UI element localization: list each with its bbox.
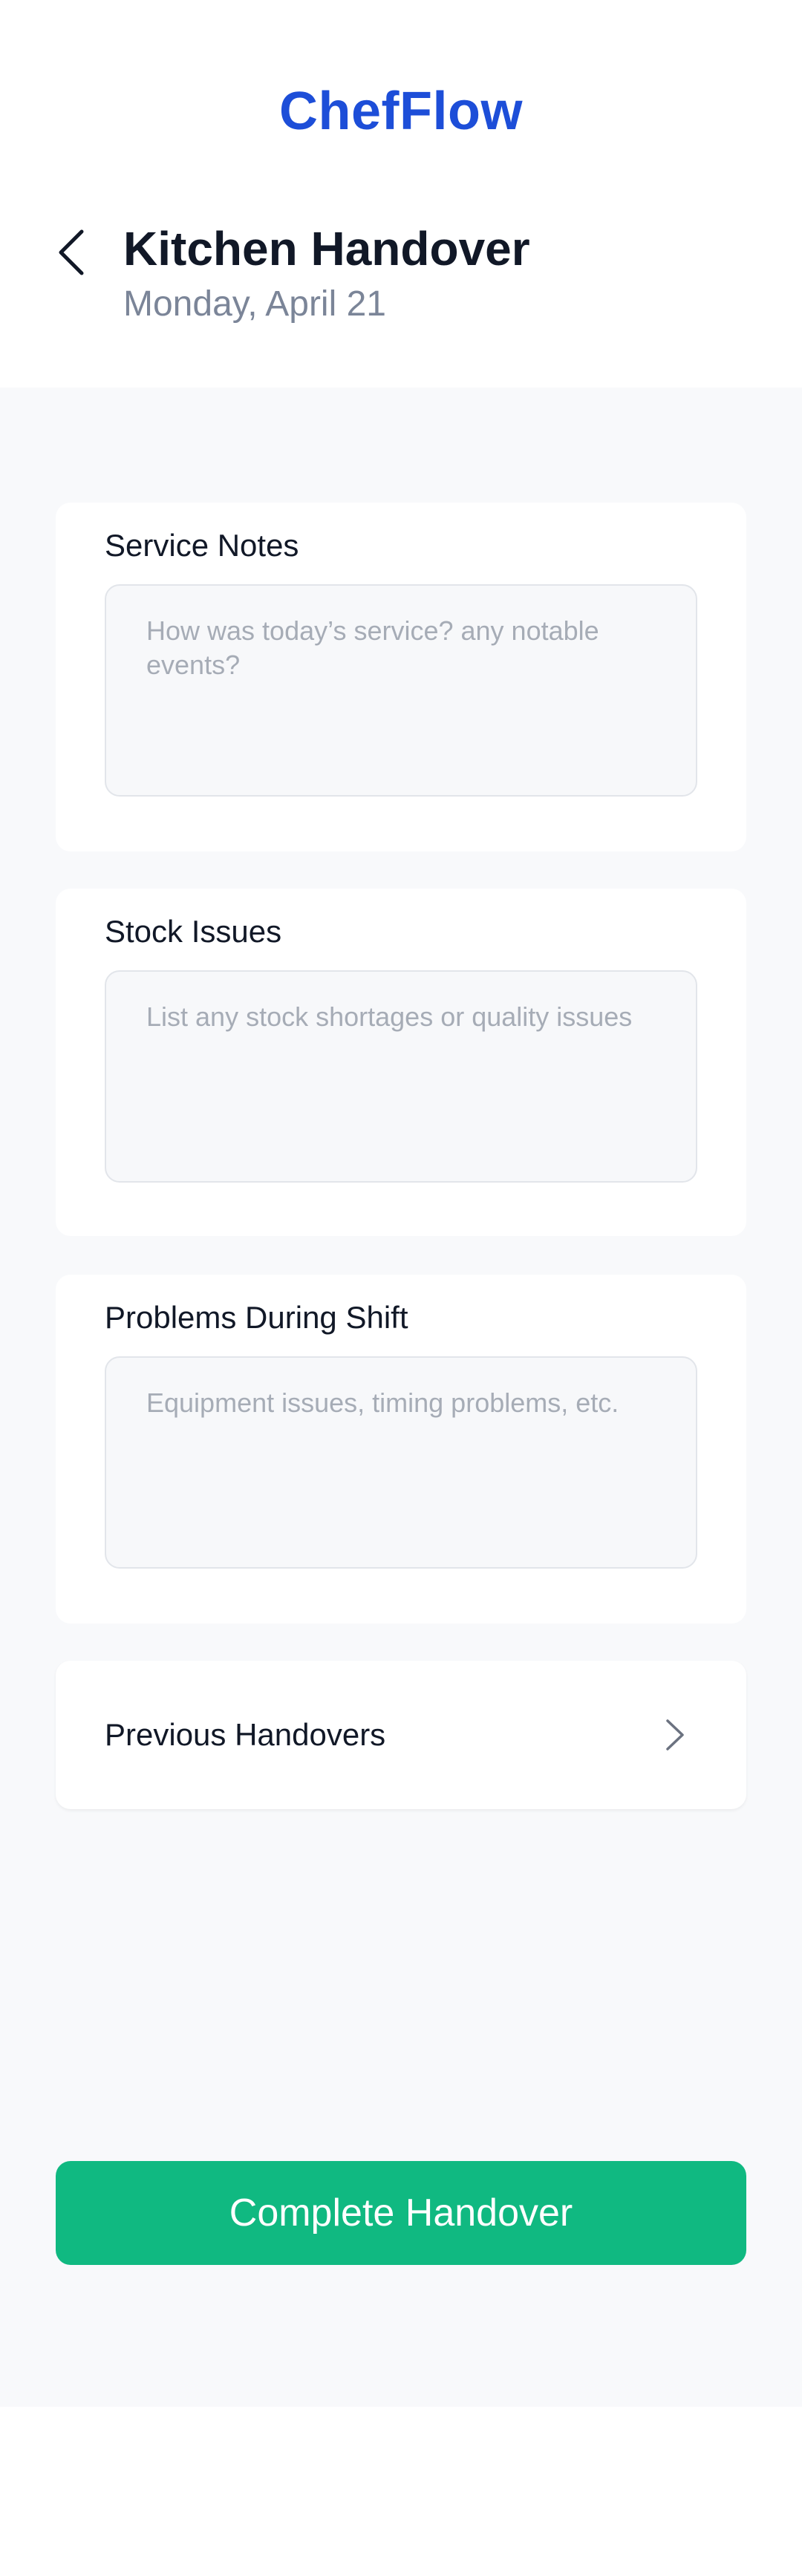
- page-title: Kitchen Handover: [123, 222, 530, 275]
- problems-card: Problems During Shift: [56, 1275, 746, 1624]
- stock-issues-input[interactable]: [105, 970, 697, 1183]
- complete-handover-button[interactable]: Complete Handover: [56, 2161, 746, 2265]
- app-title: ChefFlow: [279, 82, 523, 141]
- main-content: Service Notes Stock Issues Problems Duri…: [0, 388, 802, 2407]
- chevron-right-icon: [660, 1716, 690, 1754]
- chevron-left-icon: [59, 229, 84, 275]
- stock-issues-label: Stock Issues: [105, 914, 282, 949]
- service-notes-label: Service Notes: [105, 528, 299, 563]
- service-notes-card: Service Notes: [56, 503, 746, 851]
- problems-input[interactable]: [105, 1356, 697, 1569]
- previous-handovers-link[interactable]: Previous Handovers: [56, 1661, 746, 1809]
- service-notes-input[interactable]: [105, 584, 697, 797]
- page-header: Kitchen Handover Monday, April 21: [0, 215, 802, 349]
- back-button[interactable]: [49, 223, 94, 282]
- previous-handovers-label: Previous Handovers: [105, 1717, 386, 1752]
- page-date: Monday, April 21: [123, 284, 386, 324]
- stock-issues-card: Stock Issues: [56, 889, 746, 1236]
- problems-label: Problems During Shift: [105, 1300, 408, 1335]
